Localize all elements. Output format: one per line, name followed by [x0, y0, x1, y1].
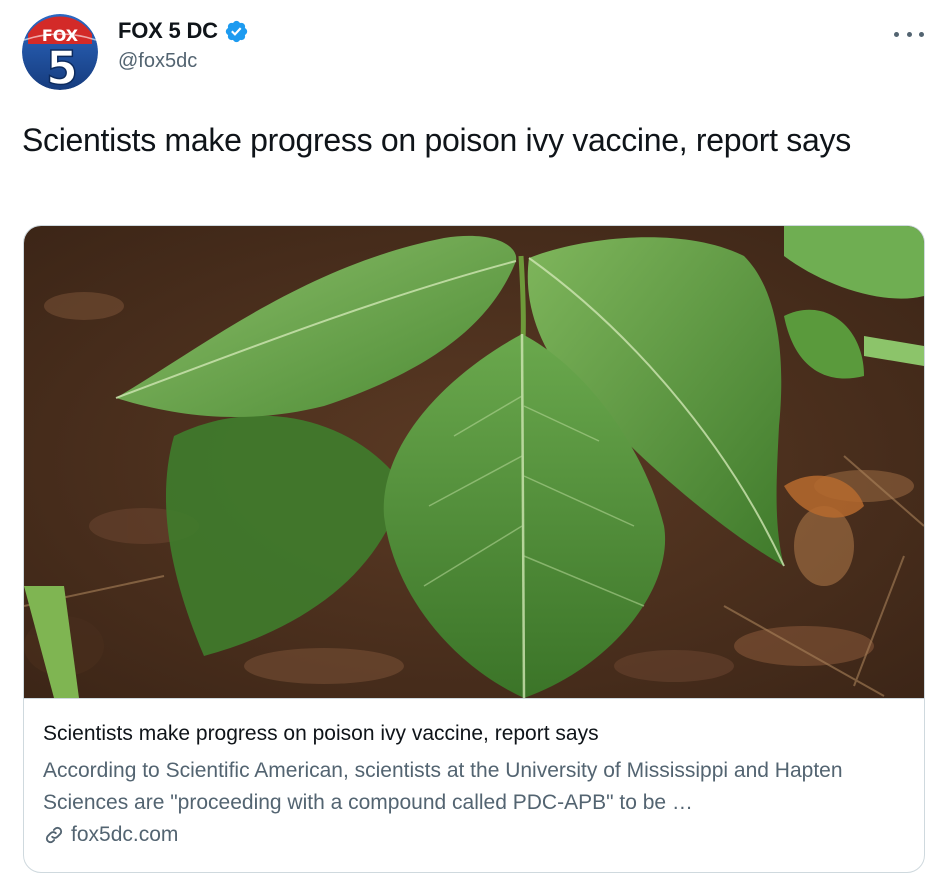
- card-domain: fox5dc.com: [71, 823, 179, 846]
- more-options-icon[interactable]: [894, 22, 924, 46]
- card-image[interactable]: [24, 226, 924, 698]
- name-row: FOX 5 DC: [118, 18, 249, 44]
- logo-text-number: 5: [46, 41, 78, 90]
- link-card[interactable]: Scientists make progress on poison ivy v…: [23, 225, 925, 873]
- tweet: FOX 5 FOX 5 DC @fox5dc Scientists make p…: [0, 0, 946, 896]
- link-icon: [43, 824, 65, 846]
- card-domain-row: fox5dc.com: [43, 823, 905, 847]
- author-info: FOX 5 DC @fox5dc: [118, 18, 249, 73]
- fox5-logo-icon: FOX 5: [22, 14, 98, 90]
- poison-ivy-image: [24, 226, 924, 698]
- display-name[interactable]: FOX 5 DC: [118, 18, 218, 44]
- card-body: Scientists make progress on poison ivy v…: [43, 720, 905, 847]
- handle[interactable]: @fox5dc: [118, 50, 249, 73]
- tweet-text: Scientists make progress on poison ivy v…: [22, 122, 851, 158]
- avatar[interactable]: FOX 5: [22, 14, 98, 90]
- card-title: Scientists make progress on poison ivy v…: [43, 722, 599, 745]
- verified-badge-icon: [224, 19, 249, 44]
- card-divider: [24, 698, 924, 699]
- card-description: According to Scientific American, scient…: [43, 759, 843, 814]
